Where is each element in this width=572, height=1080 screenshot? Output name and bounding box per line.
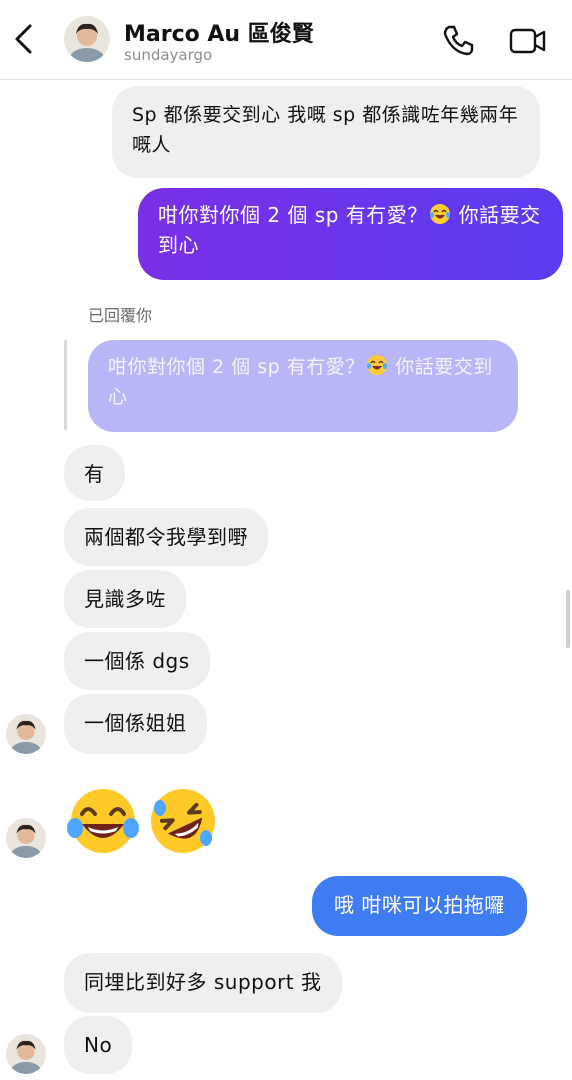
- message-text: 一個係 dgs: [84, 649, 190, 673]
- message-bubble-incoming[interactable]: 一個係 dgs: [64, 632, 210, 690]
- tears-of-joy-emoji-icon: [429, 204, 450, 224]
- message-text: 咁你對你個 2 個 sp 有冇愛？: [158, 203, 428, 227]
- tears-of-joy-emoji-icon: [366, 355, 387, 375]
- quoted-text: 咁你對你個 2 個 sp 有冇愛？: [108, 356, 365, 378]
- tears-of-joy-emoji-icon: [67, 789, 139, 853]
- message-bubble-incoming[interactable]: 有: [64, 445, 125, 501]
- contact-username[interactable]: sundayargo: [124, 46, 212, 64]
- rolling-on-floor-laughing-emoji-icon: [151, 789, 215, 853]
- message-bubble-incoming[interactable]: 一個係姐姐: [64, 694, 207, 754]
- avatar[interactable]: [6, 1034, 46, 1074]
- reply-label: 已回覆你: [88, 306, 153, 325]
- message-bubble-incoming[interactable]: 見識多咗: [64, 570, 186, 628]
- chevron-left-icon: [15, 24, 32, 54]
- message-bubble-incoming[interactable]: Sp 都係要交到心 我嘅 sp 都係識咗年幾兩年嘅人: [112, 86, 540, 178]
- message-text: 哦 咁咪可以拍拖囉: [334, 893, 505, 917]
- message-bubble-incoming[interactable]: No: [64, 1016, 133, 1074]
- quoted-message[interactable]: 咁你對你個 2 個 sp 有冇愛？ 你話要交到心: [88, 340, 518, 432]
- back-button[interactable]: [10, 22, 40, 56]
- message-text: 見識多咗: [84, 587, 166, 611]
- message-bubble-outgoing[interactable]: 哦 咁咪可以拍拖囉: [312, 876, 527, 936]
- reply-bar: [64, 340, 67, 430]
- phone-icon: [443, 25, 474, 56]
- avatar[interactable]: [6, 818, 46, 858]
- chat-header: Marco Au 區俊賢 sundayargo: [0, 0, 572, 80]
- message-bubble-incoming[interactable]: 同埋比到好多 support 我: [64, 953, 342, 1013]
- message-text: Sp 都係要交到心 我嘅 sp 都係識咗年幾兩年嘅人: [132, 104, 519, 156]
- avatar[interactable]: [6, 714, 46, 754]
- avatar[interactable]: [64, 16, 110, 62]
- message-text: 一個係姐姐: [84, 711, 187, 735]
- message-text: 有: [84, 462, 105, 486]
- contact-name[interactable]: Marco Au 區俊賢: [124, 16, 314, 48]
- video-camera-icon: [509, 28, 546, 54]
- message-bubble-outgoing[interactable]: 咁你對你個 2 個 sp 有冇愛？ 你話要交到心: [138, 188, 563, 280]
- call-button[interactable]: [440, 22, 476, 58]
- message-text: 同埋比到好多 support 我: [84, 970, 322, 994]
- message-text: 兩個都令我學到嘢: [84, 525, 248, 549]
- video-call-button[interactable]: [508, 22, 548, 58]
- message-text: No: [84, 1033, 113, 1057]
- scrollbar[interactable]: [566, 590, 570, 648]
- message-bubble-incoming[interactable]: 兩個都令我學到嘢: [64, 508, 268, 566]
- emoji-message[interactable]: [66, 784, 220, 860]
